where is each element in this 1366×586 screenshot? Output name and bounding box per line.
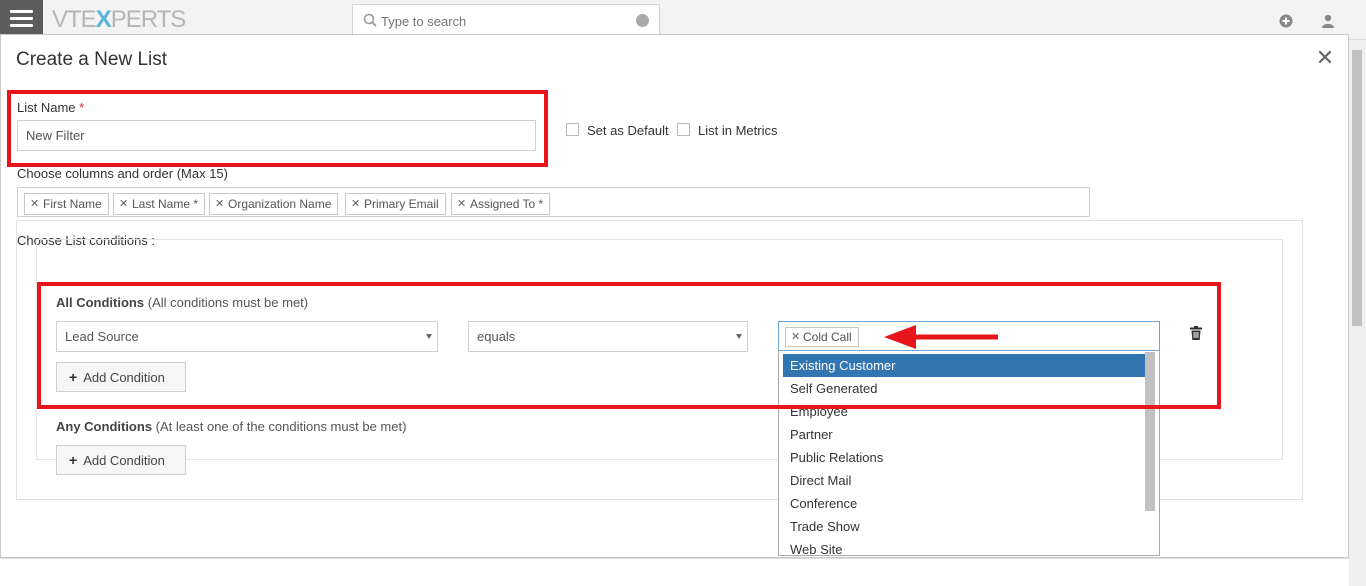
column-tag[interactable]: ✕ Last Name * [113,193,206,215]
columns-select[interactable]: ✕ First Name ✕ Last Name * ✕ Organization N… [17,187,1090,217]
dropdown-option[interactable]: Partner [783,423,1145,446]
search-input[interactable] [381,10,621,32]
page-footer-area [0,558,1349,586]
set-default-label: Set as Default [587,123,669,138]
highlight-all-conditions [37,282,1221,409]
modal-title: Create a New List [16,49,168,70]
remove-icon[interactable]: ✕ [457,194,466,214]
column-tag[interactable]: ✕ Primary Email [345,193,446,215]
logo: VTEXPERTS [52,6,186,33]
remove-icon[interactable]: ✕ [119,194,128,214]
add-any-condition-button[interactable]: + Add Condition [56,445,186,475]
dropdown-option[interactable]: Conference [783,492,1145,515]
scrollbar-thumb[interactable] [1352,50,1362,326]
column-tag[interactable]: ✕ Assigned To * [451,193,551,215]
arrow-left-icon [884,325,998,349]
remove-icon[interactable]: ✕ [30,194,39,214]
dropdown-option[interactable]: Web Site [783,538,1145,555]
dropdown-option[interactable]: Public Relations [783,446,1145,469]
list-in-metrics-label: List in Metrics [698,123,778,138]
plus-icon: + [69,452,78,468]
global-search[interactable] [352,4,660,36]
list-in-metrics-checkbox[interactable] [677,123,690,136]
columns-label: Choose columns and order (Max 15) [17,166,228,181]
page-scrollbar[interactable] [1349,40,1366,586]
any-conditions-title: Any Conditions (At least one of the cond… [56,419,407,434]
menu-icon[interactable] [0,0,43,36]
highlight-list-name [7,90,548,167]
close-icon[interactable]: ✕ [1314,47,1336,69]
search-icon [363,13,377,27]
dropdown-option[interactable]: Trade Show [783,515,1145,538]
column-tag[interactable]: ✕ Organization Name [209,193,339,215]
dropdown-option[interactable]: Direct Mail [783,469,1145,492]
search-dropdown-icon[interactable] [636,14,649,27]
remove-icon[interactable]: ✕ [351,194,360,214]
set-default-checkbox[interactable] [566,123,579,136]
add-icon[interactable] [1279,14,1293,28]
user-icon[interactable] [1321,14,1335,28]
remove-icon[interactable]: ✕ [215,194,224,214]
column-tag[interactable]: ✕ First Name [24,193,109,215]
